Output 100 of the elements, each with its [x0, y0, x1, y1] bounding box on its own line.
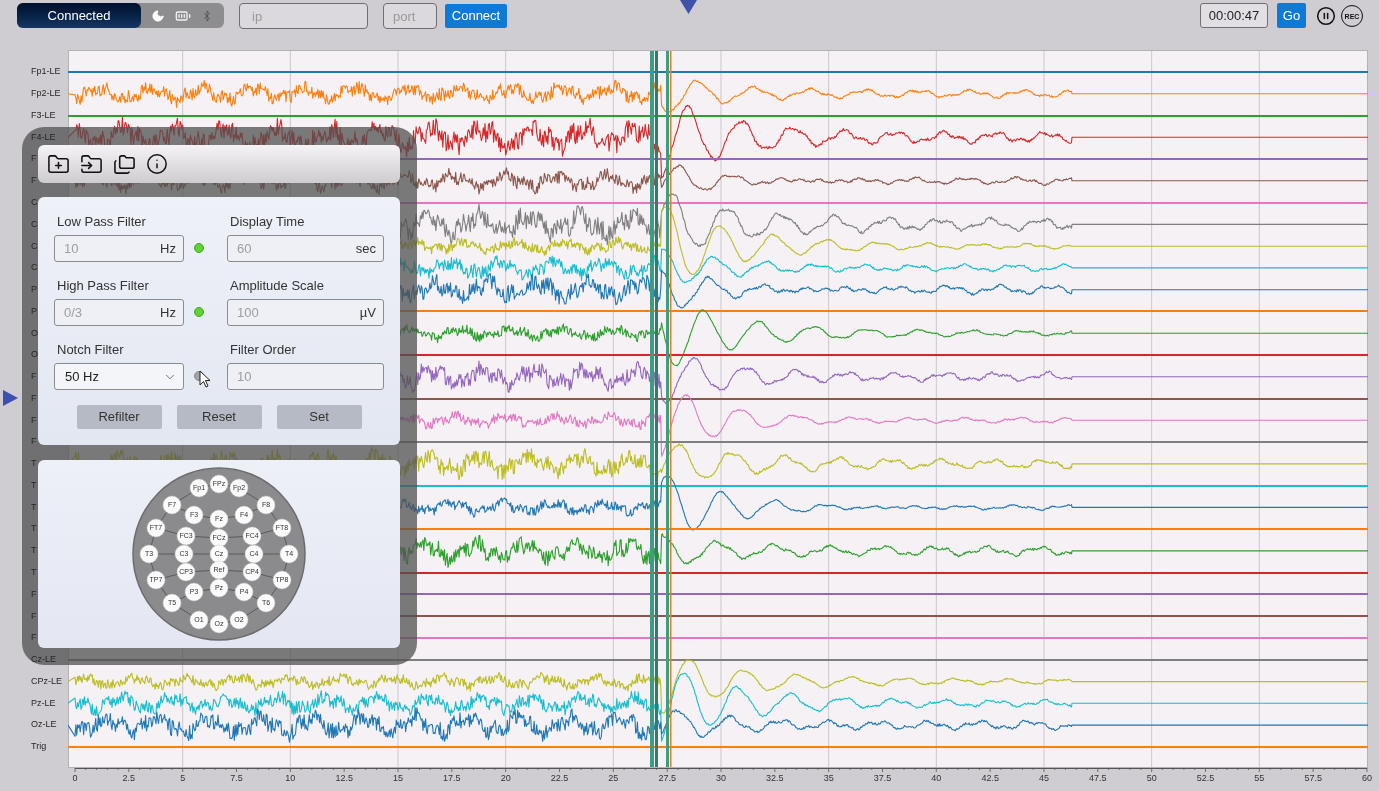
axis-tick-label: 60: [1361, 773, 1372, 783]
port-field[interactable]: port: [383, 3, 437, 29]
axis-tick-label: 12.5: [335, 773, 353, 783]
channel-label: F: [31, 371, 37, 383]
axis-tick-label: 22.5: [550, 773, 569, 783]
channel-label: O: [31, 349, 38, 361]
elapsed-time-display: 00:00:47: [1200, 3, 1268, 28]
channel-label: F: [31, 436, 37, 448]
electrode-connector-line: [260, 573, 274, 579]
field-label: Filter Order: [229, 341, 297, 359]
channel-label: F: [31, 632, 37, 644]
electrode-connector-line: [160, 586, 168, 597]
axis-tick-label: 55: [1254, 773, 1265, 783]
electrode-connector-line: [164, 529, 178, 535]
channel-label: T: [31, 567, 37, 578]
electrode-connector-line: [270, 586, 278, 597]
channel-label: F: [31, 175, 37, 187]
unit-label: µV: [359, 304, 376, 321]
electrode-connector-line: [202, 515, 211, 519]
channel-label: T: [31, 545, 37, 557]
panel-button[interactable]: Reset: [176, 405, 262, 429]
electrode-connector-line: [246, 607, 259, 616]
playhead-marker-icon[interactable]: [680, 0, 697, 14]
axis-tick-label: 57.5: [1304, 773, 1322, 783]
channel-label: T: [31, 479, 37, 491]
field-label: Low Pass Filter: [56, 213, 147, 231]
electrode-connector-line: [194, 570, 211, 572]
channel-label: T: [31, 501, 37, 513]
folder-plus-icon[interactable]: [47, 152, 70, 176]
axis-tick-label: 7.5: [230, 773, 243, 783]
electrode-connector-line: [270, 511, 278, 522]
channel-label: C: [31, 196, 38, 208]
channel-label: T: [31, 523, 37, 535]
electrode-connector-line: [179, 607, 192, 616]
channel-label: C: [31, 240, 38, 252]
axis-tick-label: 37.5: [873, 773, 892, 783]
electrode-connector-line: [227, 570, 244, 572]
axis-tick-label: 0: [72, 773, 78, 783]
channel-label: P: [31, 284, 37, 296]
moon-icon[interactable]: [151, 8, 165, 23]
axis-tick-label: 40: [931, 773, 942, 783]
connect-button[interactable]: Connect: [445, 4, 507, 28]
mouse-pointer-icon: [199, 370, 211, 388]
channel-label: C: [31, 218, 38, 230]
channel-label: O: [31, 327, 38, 339]
info-icon[interactable]: [146, 153, 168, 175]
connection-status: Connected: [17, 3, 141, 28]
channel-label: F3-LE: [31, 109, 56, 121]
panel-button[interactable]: Refilter: [76, 405, 162, 429]
electrode-connector-line: [283, 562, 288, 572]
channel-label: T: [31, 458, 37, 470]
folder-arrow-icon[interactable]: [80, 152, 103, 176]
electrode-connector-line: [227, 536, 244, 538]
panel-button[interactable]: Set: [276, 405, 362, 429]
axis-tick-label: 25: [608, 773, 619, 783]
channel-label: C: [31, 262, 38, 274]
unit-label: Hz: [160, 304, 176, 321]
electrode-connector-line: [150, 536, 155, 546]
axis-tick-label: 2.5: [122, 773, 136, 783]
folders-icon[interactable]: [113, 152, 136, 176]
unit-label: Hz: [160, 240, 176, 257]
electrode-connector-line: [164, 573, 178, 579]
electrode-connector-line: [207, 485, 211, 487]
channel-label: P: [31, 305, 37, 317]
axis-tick-label: 30: [716, 773, 726, 783]
channel-label: F: [31, 392, 37, 404]
channel-label: Fp2-LE: [31, 88, 61, 100]
field-label: Display Time: [229, 213, 306, 231]
axis-tick-label: 20: [500, 773, 511, 783]
axis-tick-label: 27.5: [658, 773, 676, 783]
electrode-connector-line: [179, 595, 187, 600]
axis-tick-label: 42.5: [981, 773, 999, 783]
channel-pointer-icon[interactable]: [3, 390, 18, 407]
electrode-connector-line: [202, 588, 211, 592]
electrode-connector-line: [179, 508, 187, 512]
ip-field[interactable]: ip: [239, 3, 368, 29]
channel-label: F: [31, 588, 37, 600]
dropdown[interactable]: 50 Hz: [54, 363, 184, 390]
electrode-connector-line: [194, 536, 211, 538]
go-button[interactable]: Go: [1277, 3, 1306, 28]
field-label: Amplitude Scale: [229, 277, 325, 295]
electrode-connector-line: [251, 595, 259, 600]
electrode-connector-line: [283, 536, 288, 546]
axis-tick-label: 32.5: [766, 773, 784, 783]
unit-label: sec: [355, 240, 376, 257]
electrode-connector-line: [179, 492, 192, 501]
electrode-connector-line: [227, 588, 236, 592]
electrode-connector-line: [246, 492, 259, 501]
electrode-connector-line: [251, 508, 259, 512]
axis-tick-label: 10: [285, 773, 296, 783]
axis-tick-label: 52.5: [1196, 773, 1215, 783]
axis-tick-label: 35: [823, 773, 834, 783]
input-field[interactable]: 10: [227, 363, 384, 390]
channel-label: F: [31, 610, 37, 622]
channel-label: Trig: [31, 741, 47, 753]
electrode-connector-line: [150, 562, 155, 572]
field-label: High Pass Filter: [56, 277, 150, 295]
pause-icon[interactable]: [1316, 6, 1336, 26]
axis-tick-label: 17.5: [443, 773, 461, 783]
electrode-connector-line: [227, 485, 231, 487]
